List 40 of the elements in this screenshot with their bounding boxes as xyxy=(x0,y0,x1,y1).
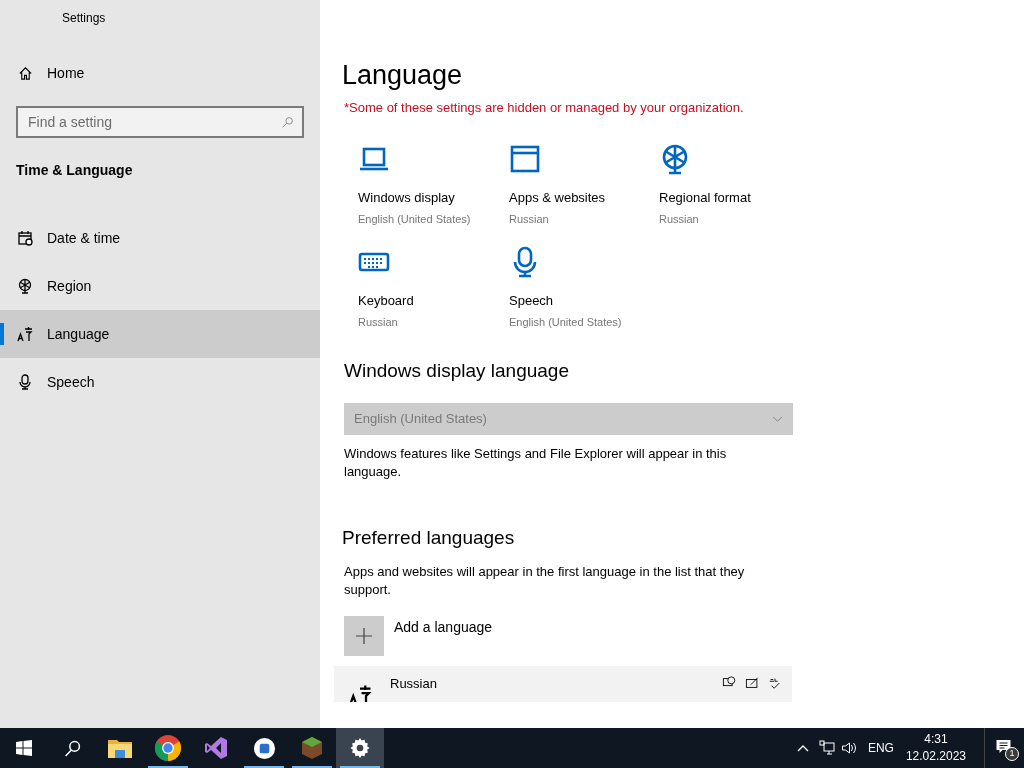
pen-icon xyxy=(745,676,760,690)
language-icon xyxy=(17,326,33,342)
search-icon xyxy=(281,116,294,129)
clock-date[interactable]: 12.02.2023 xyxy=(905,748,966,765)
page-title: Language xyxy=(342,59,464,92)
window-title: Settings xyxy=(61,10,107,27)
search-field[interactable]: Find a setting xyxy=(16,106,304,138)
calendar-icon xyxy=(17,230,33,246)
message-icon xyxy=(995,739,1012,755)
description: Apps and websites will appear in the first language in the list that they support. xyxy=(343,563,746,599)
settings-tile[interactable]: Regional format Russian xyxy=(659,142,809,228)
volume-icon[interactable] xyxy=(840,740,858,756)
section-heading: Time & Language xyxy=(15,161,134,180)
home-link[interactable]: Home xyxy=(0,50,320,96)
settings-tile[interactable]: Apps & websites Russian xyxy=(509,142,659,228)
description: Windows features like Settings and File Explorer will appear in this language. xyxy=(343,445,728,481)
section-heading: Windows display language xyxy=(343,358,570,383)
nav-item[interactable]: Language xyxy=(0,310,320,358)
chevron-up-icon[interactable] xyxy=(796,744,809,752)
plus-icon xyxy=(356,628,372,644)
microphone-icon xyxy=(17,374,33,390)
notification-button[interactable]: 1 xyxy=(984,728,1024,768)
add-language-link[interactable]: Add a language xyxy=(394,617,493,638)
language-row[interactable]: Russian xyxy=(334,666,792,702)
home-icon xyxy=(18,65,33,81)
section-heading: Preferred languages xyxy=(342,526,516,550)
input-language[interactable]: ENG xyxy=(867,739,894,757)
chevron-down-icon xyxy=(772,415,783,423)
nav-item[interactable]: Date & time xyxy=(0,214,320,262)
network-icon[interactable] xyxy=(818,740,835,756)
settings-tile[interactable]: Speech English (United States) xyxy=(509,245,659,331)
clock-time[interactable]: 4:31 xyxy=(924,731,948,748)
nav-item[interactable]: Speech xyxy=(0,358,320,406)
notification-count: 1 xyxy=(1005,747,1019,761)
settings-tile[interactable]: Windows display English (United States) xyxy=(358,142,509,228)
spellcheck-icon xyxy=(768,676,782,690)
managed-notice: *Some of these settings are hidden or managed by your organization. xyxy=(343,99,745,117)
settings-tile[interactable]: Keyboard Russian xyxy=(358,245,509,331)
settings-icon[interactable] xyxy=(336,728,384,768)
nav-item[interactable]: Region xyxy=(0,262,320,310)
